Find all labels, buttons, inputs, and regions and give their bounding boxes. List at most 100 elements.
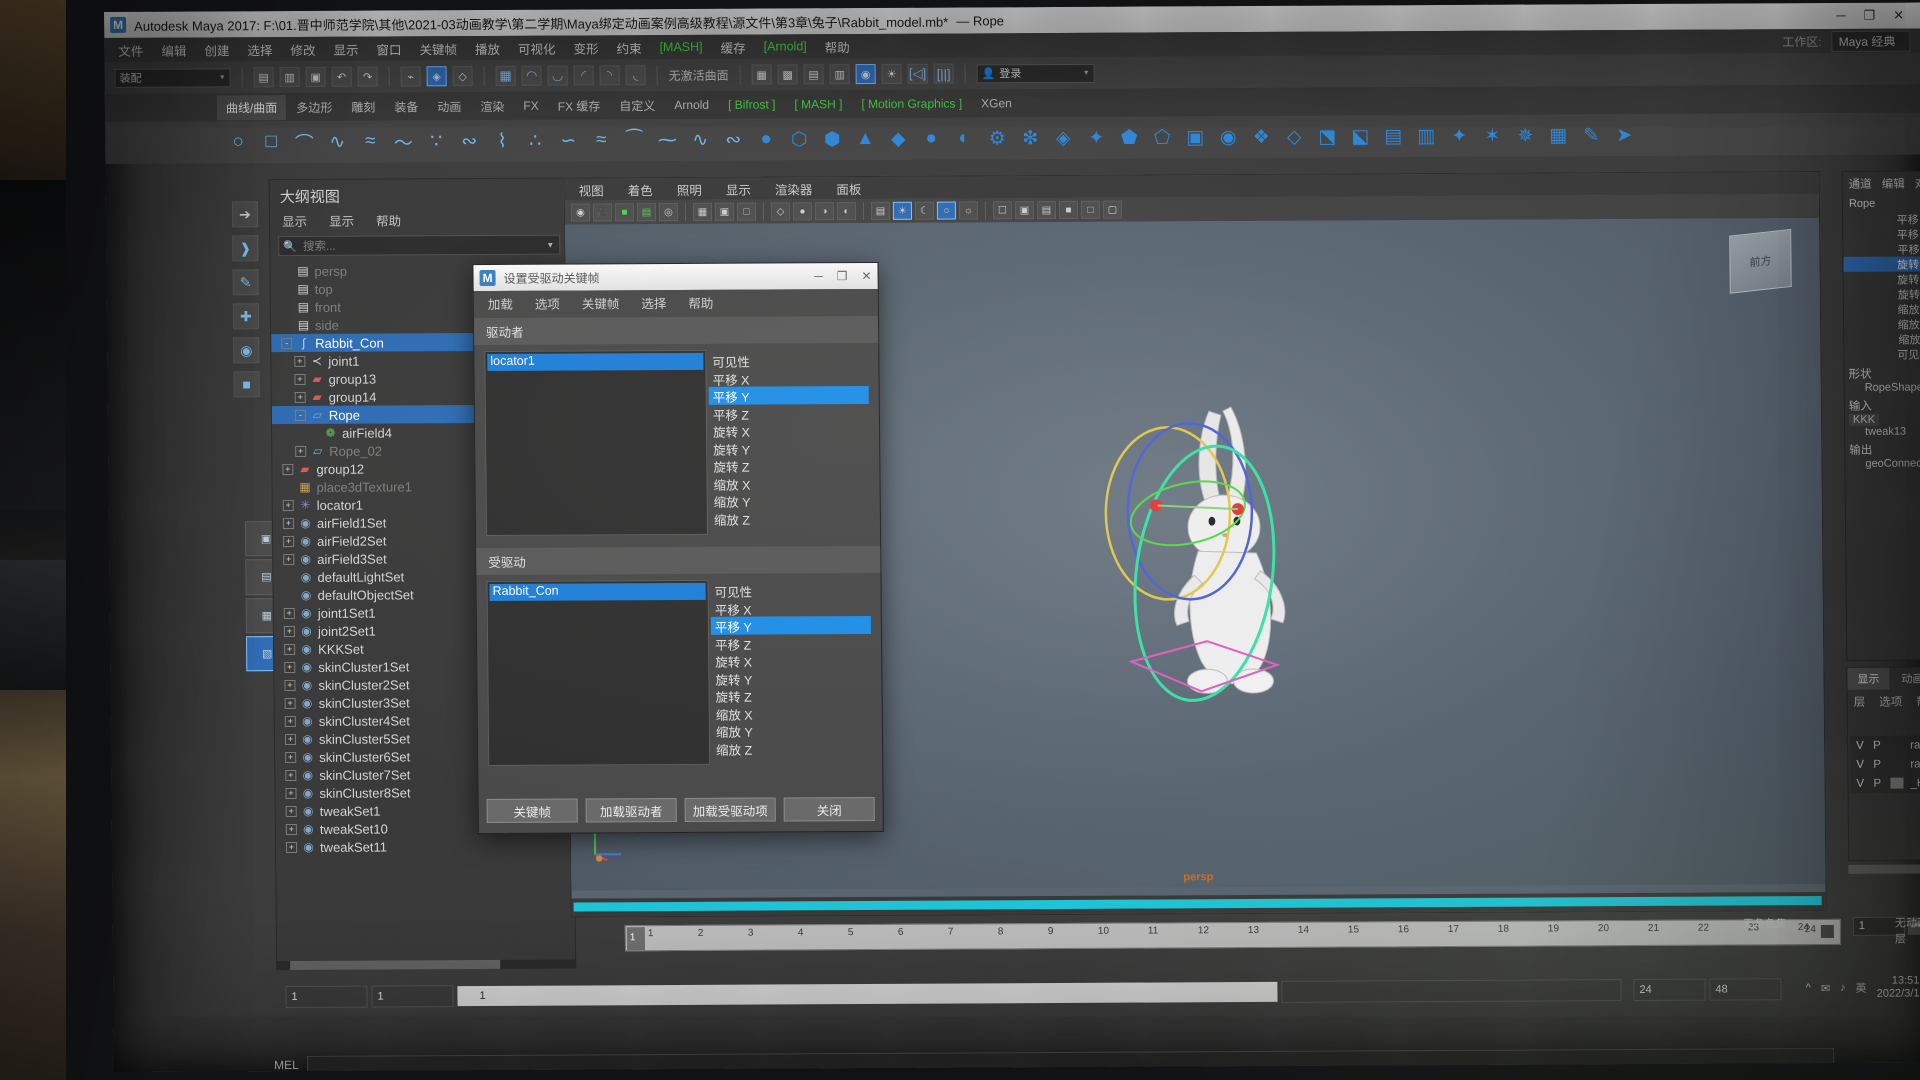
expand-toggle-icon[interactable]: + [286, 823, 297, 834]
input-node-kkk[interactable]: KKK [1849, 414, 1879, 426]
layer-playback-toggle[interactable]: P [1873, 758, 1883, 770]
menu-item-14[interactable]: [Arnold] [764, 39, 807, 53]
outliner-horizontal-scrollbar[interactable] [276, 960, 576, 971]
shelf-icon-32[interactable]: ◇ [1281, 124, 1307, 150]
layer-visibility-toggle[interactable]: V [1856, 739, 1866, 751]
shelf-icon-28[interactable]: ⬠ [1149, 124, 1175, 150]
outliner-menu-bar[interactable]: 显示显示帮助 [270, 208, 568, 237]
textured-icon[interactable]: ▤ [871, 202, 890, 220]
shelf-icon-7[interactable]: ∾ [456, 128, 482, 154]
snap-grid-button[interactable]: ▦ [496, 66, 516, 86]
expand-toggle-icon[interactable]: + [295, 445, 306, 456]
sdk-menu-1[interactable]: 选项 [535, 293, 560, 312]
system-tray[interactable]: ^ ✉ ♪ 英 13:51 2022/3/1 [1806, 974, 1920, 1001]
sdk-driver-attr-1[interactable]: 平移 X [708, 368, 868, 386]
layer-list[interactable]: VPrabbitheadVPrabbitbodyVP_Headlayer [1850, 735, 1920, 793]
sdk-driver-attribute-list[interactable]: 可见性平移 X平移 Y平移 Z旋转 X旋转 Y旋转 Z缩放 X缩放 Y缩放 Z [708, 349, 870, 535]
expand-toggle-icon[interactable]: + [284, 680, 295, 691]
menu-item-15[interactable]: 帮助 [825, 37, 850, 56]
shelf-icon-24[interactable]: ❇ [1017, 125, 1043, 151]
channel-box-menu-2[interactable]: 对象 [1915, 175, 1920, 191]
anim-end-field[interactable]: 48 [1709, 978, 1781, 1000]
layer-playback-toggle[interactable]: P [1873, 777, 1883, 789]
range-start-field[interactable]: 1 [285, 986, 367, 1008]
viewport-menu-4[interactable]: 渲染器 [775, 179, 813, 198]
wireframe-shading-icon[interactable]: ◇ [771, 202, 790, 220]
shelf-icon-9[interactable]: ∴ [522, 128, 548, 154]
view-transform-icon[interactable]: ▢ [1103, 201, 1122, 219]
bookmark-icon[interactable]: ■ [615, 203, 634, 221]
sdk-driven-attr-6[interactable]: 旋转 Z [712, 686, 872, 704]
shelf-icon-17[interactable]: ⬡ [786, 126, 812, 152]
shelf-icon-14[interactable]: ∿ [687, 127, 713, 153]
shelf-tab-6[interactable]: FX [514, 95, 548, 117]
shelf-tab-13[interactable]: XGen [972, 92, 1021, 114]
auto-key-button[interactable] [1821, 925, 1834, 938]
close-button[interactable]: 关闭 [784, 797, 875, 821]
channel-row-6[interactable]: 缩放 X1 [1844, 301, 1920, 317]
image-plane-icon[interactable]: ▤ [637, 203, 656, 221]
sdk-driven-attr-4[interactable]: 旋转 X [711, 651, 871, 669]
menu-item-10[interactable]: 变形 [573, 38, 598, 57]
expand-toggle-icon[interactable]: + [285, 787, 296, 798]
channel-row-2[interactable]: 平移 Z0 [1843, 241, 1920, 257]
rope-rig-curves[interactable] [1037, 392, 1360, 754]
layer-editor-tabs[interactable]: 显示动画 [1847, 667, 1920, 690]
workspace-selector[interactable]: 工作区: Maya 经典 [1782, 31, 1910, 53]
shelf-tab-0[interactable]: 曲线/曲面 [217, 95, 287, 120]
select-by-component-button[interactable]: ◇ [453, 66, 473, 86]
no-anim-layer-label[interactable]: 无动画层 [1895, 914, 1920, 946]
ao-icon[interactable]: ○ [937, 202, 956, 220]
sdk-driven-attr-1[interactable]: 平移 X [711, 598, 871, 616]
layer-visibility-toggle[interactable]: V [1856, 777, 1866, 789]
shelf-icon-21[interactable]: ● [918, 126, 944, 152]
resolution-gate-icon[interactable]: □ [737, 203, 756, 221]
menu-item-3[interactable]: 选择 [247, 40, 272, 59]
smooth-shading-icon[interactable]: ● [793, 202, 812, 220]
shelf-icon-42[interactable]: ➤ [1611, 122, 1637, 148]
shelf-icon-8[interactable]: ⌇ [489, 128, 515, 154]
sdk-maximize-button[interactable]: ❐ [837, 269, 848, 283]
channel-box-menu-bar[interactable]: 通道编辑对象显示 [1843, 171, 1920, 196]
layer-menu-2[interactable]: 帮助 [1916, 693, 1920, 709]
shelf-icon-13[interactable]: ⁓ [654, 127, 680, 153]
outliner-menu-1[interactable]: 显示 [329, 211, 354, 230]
xray-icon[interactable]: ▣ [1015, 201, 1034, 219]
channel-box-channel-list[interactable]: 平移 X0平移 Y0平移 Z0旋转 X174旋转 Y0旋转 Z0缩放 X1缩放 … [1843, 211, 1920, 362]
expand-toggle-icon[interactable]: + [283, 536, 294, 547]
expand-toggle-icon[interactable]: + [285, 697, 296, 708]
expand-toggle-icon[interactable]: + [285, 733, 296, 744]
shelf-icon-36[interactable]: ▥ [1413, 123, 1439, 149]
ime-icon[interactable]: 英 [1856, 980, 1867, 996]
output-node-geoconnector2[interactable]: geoConnector2 [1849, 457, 1920, 470]
sdk-driven-attr-5[interactable]: 旋转 Y [711, 668, 871, 686]
right-panel-scrollbar[interactable] [1848, 864, 1920, 874]
expand-toggle-icon[interactable]: + [282, 464, 293, 475]
camera-attributes-icon[interactable]: 🎥 [593, 203, 612, 221]
shelf-icon-38[interactable]: ✶ [1479, 123, 1505, 149]
expand-toggle-icon[interactable]: + [284, 626, 295, 637]
shelf-icon-22[interactable]: ◐ [951, 125, 977, 151]
hypershade-button[interactable]: ▥ [830, 64, 850, 84]
layer-menu-0[interactable]: 层 [1854, 694, 1866, 710]
editor-toggle-button[interactable]: [◁] [908, 64, 928, 84]
viewport-menu-0[interactable]: 视图 [579, 180, 604, 199]
rotate-tool-icon[interactable]: ◉ [233, 337, 259, 363]
shaded-wireframe-icon[interactable]: ◐ [837, 202, 856, 220]
sdk-driver-attr-7[interactable]: 缩放 X [709, 473, 869, 491]
sdk-driven-object-0[interactable]: Rabbit_Con [490, 583, 706, 601]
shelf-icon-27[interactable]: ⬟ [1116, 125, 1142, 151]
view-cube[interactable]: 前方 [1729, 229, 1791, 294]
shelf-icon-4[interactable]: ≈ [357, 129, 383, 155]
shelf-icon-3[interactable]: ∿ [324, 129, 350, 155]
layer-color-swatch[interactable] [1890, 778, 1903, 789]
channel-box-menu-0[interactable]: 通道 [1849, 176, 1872, 192]
outliner-menu-2[interactable]: 帮助 [376, 210, 401, 229]
shelf-icon-11[interactable]: ≈ [588, 127, 614, 153]
sdk-button-row[interactable]: 关键帧加载驱动者加载受驱动项关闭 [487, 797, 875, 823]
sdk-driver-attr-4[interactable]: 旋转 X [709, 421, 869, 439]
shelf-icon-34[interactable]: ⬕ [1347, 123, 1373, 149]
expand-toggle-icon[interactable]: + [294, 355, 305, 366]
grid-toggle-icon[interactable]: ▦ [693, 203, 712, 221]
menu-item-11[interactable]: 约束 [616, 38, 641, 57]
